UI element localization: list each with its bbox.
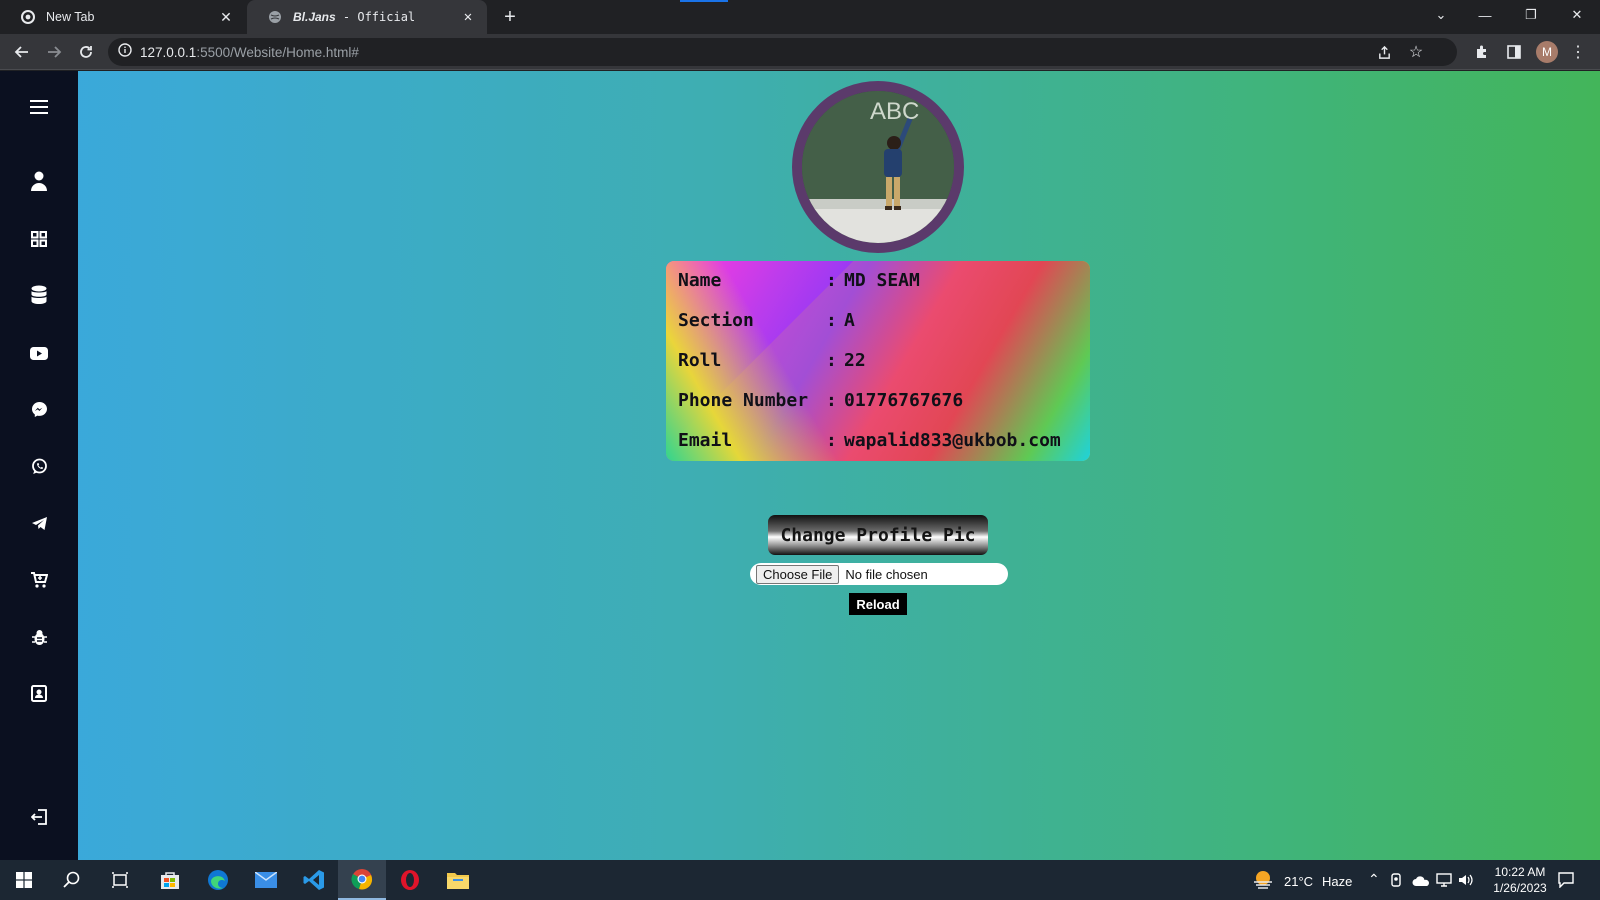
menu-icon[interactable] — [26, 94, 52, 120]
contact-icon[interactable] — [26, 680, 52, 706]
file-explorer-icon[interactable] — [434, 860, 482, 900]
weather-temp[interactable]: 21°C — [1284, 874, 1313, 889]
task-view-icon[interactable] — [96, 860, 144, 900]
opera-icon[interactable] — [386, 860, 434, 900]
windows-start-icon[interactable] — [0, 860, 48, 900]
tab-title: Bl.Jans - Official — [293, 10, 416, 24]
roll-value: 22 — [844, 349, 866, 371]
reload-button[interactable]: Reload — [849, 593, 907, 615]
whatsapp-icon[interactable] — [26, 453, 52, 479]
volume-icon[interactable] — [1458, 873, 1474, 892]
info-row-phone: Phone Number:01776767676 — [678, 389, 964, 411]
change-profile-pic-button[interactable]: Change Profile Pic — [768, 515, 988, 555]
tab-search-icon[interactable]: ⌄ — [1418, 0, 1464, 30]
meet-icon[interactable] — [1390, 873, 1404, 892]
restore-button[interactable]: ❐ — [1508, 0, 1554, 30]
database-icon[interactable] — [26, 282, 52, 308]
tab-strip: New Tab ✕ Bl.Jans - Official ✕ + ⌄ — ❐ ✕ — [0, 0, 1600, 34]
email-value: wapalid833@ukbob.com — [844, 429, 1061, 451]
weather-condition[interactable]: Haze — [1322, 874, 1352, 889]
notification-icon[interactable] — [1558, 872, 1574, 893]
extensions-icon[interactable] — [1470, 40, 1494, 64]
youtube-icon[interactable] — [26, 340, 52, 366]
close-icon[interactable]: ✕ — [217, 8, 235, 26]
bookmark-star-icon[interactable]: ☆ — [1402, 38, 1430, 66]
chevron-up-icon[interactable]: ⌃ — [1368, 871, 1380, 888]
file-status: No file chosen — [845, 566, 928, 582]
user-icon[interactable] — [26, 168, 52, 194]
tab-title: New Tab — [46, 10, 95, 24]
vscode-icon[interactable] — [290, 860, 338, 900]
browser-toolbar: 127.0.0.1:5500/Website/Home.html# ☆ M ⋮ — [0, 34, 1600, 70]
section-value: A — [844, 309, 855, 331]
taskbar: 21°C Haze ⌃ 10:22 AM 1/26/2023 — [0, 860, 1600, 900]
store-icon[interactable] — [146, 860, 194, 900]
accent-bar — [680, 0, 728, 2]
edge-icon[interactable] — [194, 860, 242, 900]
weather-icon[interactable] — [1252, 869, 1274, 894]
bug-icon[interactable] — [26, 624, 52, 650]
mail-icon[interactable] — [242, 860, 290, 900]
student-info-card: Name: MD SEAM Section: A Roll:22 Phone Num… — [666, 261, 1090, 461]
clock-date: 1/26/2023 — [1493, 881, 1547, 895]
globe-icon — [267, 9, 283, 25]
logout-icon[interactable] — [26, 804, 52, 830]
profile-avatar[interactable]: M — [1536, 41, 1558, 63]
network-icon[interactable] — [1436, 873, 1452, 892]
side-panel-icon[interactable] — [1502, 40, 1526, 64]
kebab-menu-icon[interactable]: ⋮ — [1566, 40, 1590, 64]
svg-text:ABC: ABC — [870, 98, 919, 125]
info-icon[interactable] — [118, 42, 132, 62]
share-icon[interactable] — [1370, 38, 1398, 66]
minimize-button[interactable]: — — [1462, 0, 1508, 30]
messenger-icon[interactable] — [26, 396, 52, 422]
clock-time: 10:22 AM — [1494, 865, 1546, 879]
sidebar — [0, 71, 78, 860]
info-row-section: Section: A — [678, 309, 855, 331]
cart-icon[interactable] — [26, 567, 52, 593]
url-text: 127.0.0.1:5500/Website/Home.html# — [140, 44, 359, 60]
close-icon[interactable]: ✕ — [459, 8, 477, 26]
name-value: MD SEAM — [844, 269, 920, 291]
system-clock[interactable]: 10:22 AM 1/26/2023 — [1480, 864, 1560, 896]
back-icon[interactable] — [10, 40, 34, 64]
info-row-name: Name: MD SEAM — [678, 269, 920, 291]
reload-icon[interactable] — [74, 40, 98, 64]
tab-new-tab[interactable]: New Tab ✕ — [0, 0, 245, 34]
onedrive-icon[interactable] — [1412, 874, 1430, 892]
page-body: ABC Name: MD SEAM Section: A Roll:22 Phone… — [0, 71, 1600, 860]
profile-picture: ABC — [792, 81, 964, 253]
close-window-button[interactable]: ✕ — [1554, 0, 1600, 30]
new-tab-button[interactable]: + — [499, 6, 521, 28]
address-bar[interactable]: 127.0.0.1:5500/Website/Home.html# ☆ — [108, 38, 1457, 66]
info-row-email: Email: wapalid833@ukbob.com — [678, 429, 1061, 451]
choose-file-button[interactable]: Choose File — [756, 564, 840, 584]
search-icon[interactable] — [48, 860, 96, 900]
telegram-icon[interactable] — [26, 510, 52, 536]
forward-icon[interactable] — [42, 40, 66, 64]
chrome-taskbar-icon[interactable] — [338, 860, 386, 900]
chrome-icon — [20, 9, 36, 25]
info-row-roll: Roll:22 — [678, 349, 866, 371]
file-input[interactable]: Choose File No file chosen — [750, 563, 1008, 585]
phone-value: 01776767676 — [844, 389, 964, 411]
tab-bljans[interactable]: Bl.Jans - Official ✕ — [247, 0, 487, 34]
dashboard-icon[interactable] — [26, 226, 52, 252]
